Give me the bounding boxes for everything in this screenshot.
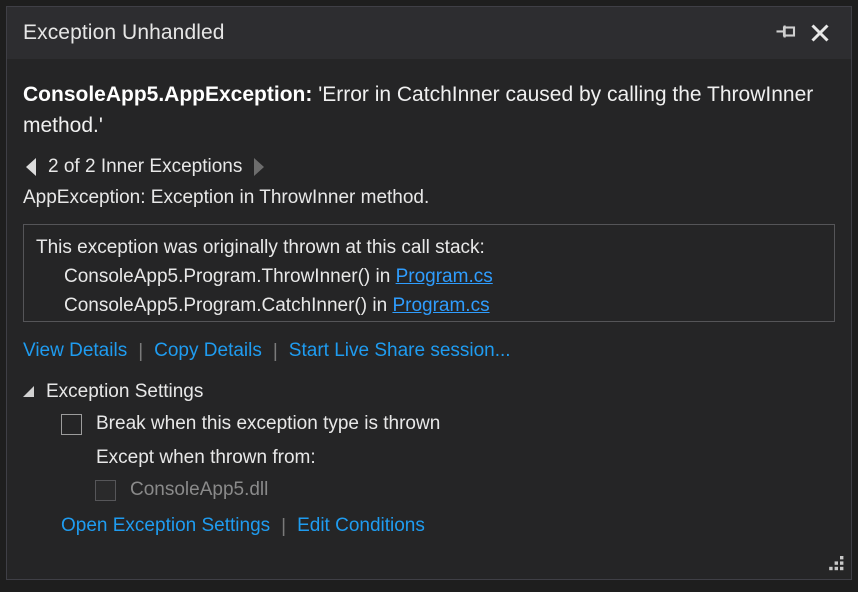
- call-stack-frame-file-link[interactable]: Program.cs: [396, 266, 493, 287]
- close-icon: [808, 21, 832, 45]
- call-stack-frame-method: ConsoleApp5.Program.CatchInner() in: [64, 295, 393, 316]
- resize-grip-icon: [829, 556, 844, 571]
- pin-button[interactable]: [769, 16, 803, 50]
- link-separator: |: [138, 340, 144, 362]
- module-name-label: ConsoleApp5.dll: [130, 479, 269, 500]
- view-details-link[interactable]: View Details: [23, 340, 127, 362]
- edit-conditions-link[interactable]: Edit Conditions: [297, 515, 425, 537]
- pin-icon: [775, 22, 797, 44]
- open-exception-settings-link[interactable]: Open Exception Settings: [61, 515, 270, 537]
- start-live-share-link[interactable]: Start Live Share session...: [289, 340, 511, 362]
- break-when-thrown-checkbox[interactable]: [61, 413, 82, 435]
- copy-details-link[interactable]: Copy Details: [154, 340, 262, 362]
- link-separator: |: [281, 515, 287, 537]
- call-stack-panel: This exception was originally thrown at …: [23, 224, 835, 322]
- call-stack-frame-method: ConsoleApp5.Program.ThrowInner() in: [64, 266, 396, 287]
- triangle-right-icon: [254, 158, 265, 176]
- except-when-thrown-from-label: Except when thrown from:: [96, 447, 316, 468]
- exception-type: ConsoleApp5.AppException:: [23, 83, 313, 106]
- break-when-thrown-checkbox-row[interactable]: Break when this exception type is thrown: [23, 413, 440, 435]
- exception-unhandled-dialog: Exception Unhandled ConsoleApp5.AppExcep…: [6, 6, 852, 580]
- triangle-left-icon: [26, 158, 36, 176]
- previous-inner-exception-button[interactable]: [23, 157, 39, 177]
- dialog-titlebar: Exception Unhandled: [7, 7, 851, 59]
- resize-grip[interactable]: [827, 555, 845, 573]
- call-stack-frame: ConsoleApp5.Program.ThrowInner() in Prog…: [36, 262, 822, 291]
- settings-links: Open Exception Settings | Edit Condition…: [23, 515, 835, 537]
- exception-settings-label: Exception Settings: [46, 381, 204, 402]
- link-separator: |: [272, 340, 278, 362]
- inner-exception-description: AppException: Exception in ThrowInner me…: [23, 187, 430, 208]
- action-links: View Details | Copy Details | Start Live…: [23, 340, 835, 362]
- inner-exception-nav: 2 of 2 Inner Exceptions: [23, 155, 835, 179]
- exception-heading: ConsoleApp5.AppException: 'Error in Catc…: [23, 79, 823, 141]
- call-stack-title: This exception was originally thrown at …: [36, 237, 485, 258]
- dialog-content: ConsoleApp5.AppException: 'Error in Catc…: [7, 59, 851, 579]
- dialog-title: Exception Unhandled: [23, 21, 225, 44]
- close-button[interactable]: [803, 16, 837, 50]
- exception-settings-expander[interactable]: Exception Settings: [23, 381, 203, 403]
- expander-expanded-icon: [23, 385, 37, 399]
- call-stack-frame: ConsoleApp5.Program.CatchInner() in Prog…: [36, 291, 822, 320]
- call-stack-frame-file-link[interactable]: Program.cs: [392, 295, 489, 316]
- inner-exception-counter: 2 of 2 Inner Exceptions: [48, 156, 243, 177]
- break-when-thrown-label: Break when this exception type is thrown: [96, 413, 441, 434]
- module-exclusion-row: ConsoleApp5.dll: [23, 479, 268, 501]
- module-exclusion-checkbox: [95, 479, 116, 501]
- next-inner-exception-button[interactable]: [251, 157, 267, 177]
